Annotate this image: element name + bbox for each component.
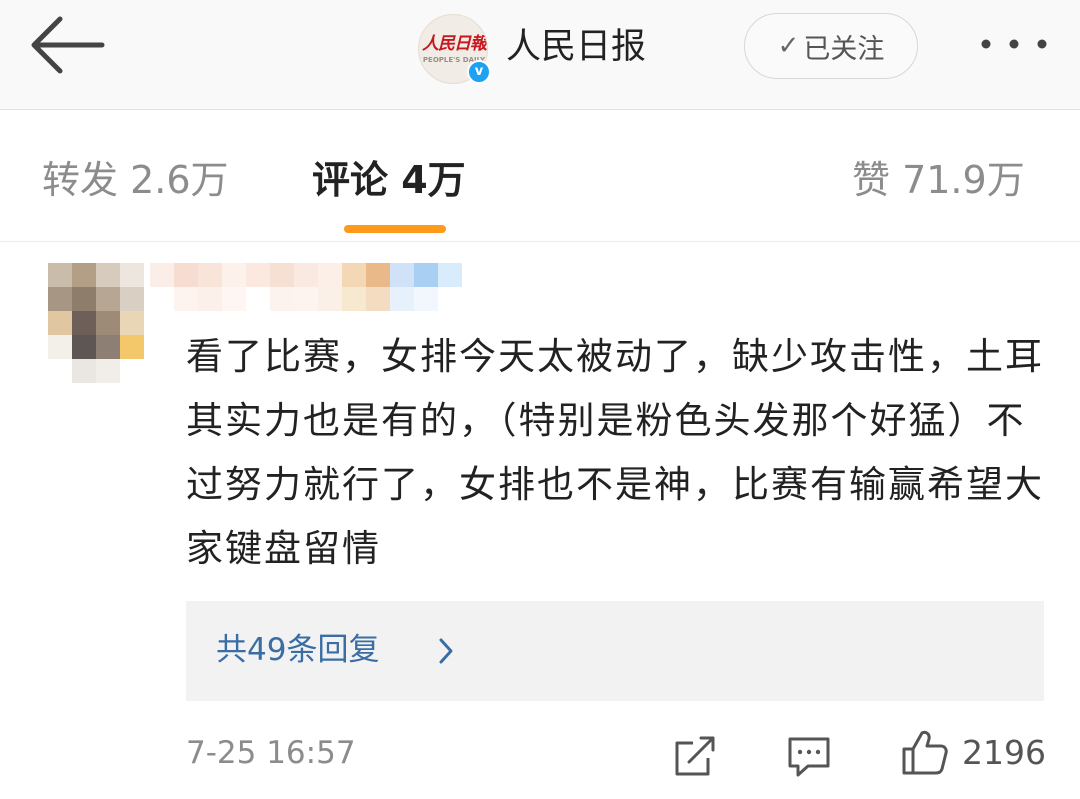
top-bar: 人民日報 PEOPLE'S DAILY v 人民日报 ✓ 已关注: [0, 0, 1080, 110]
mosaic-cell: [246, 263, 270, 287]
mosaic-cell: [318, 287, 342, 311]
thumbs-up-icon[interactable]: [900, 727, 950, 777]
tab-bar: 转发 2.6万 评论 4万 赞 71.9万: [0, 111, 1080, 242]
commenter-avatar-blurred[interactable]: [48, 263, 144, 383]
mosaic-cell: [342, 263, 366, 287]
follow-label: 已关注: [803, 33, 885, 65]
mosaic-cell: [294, 263, 318, 287]
tab-comments[interactable]: 评论 4万: [312, 155, 466, 205]
mosaic-cell: [390, 263, 414, 287]
comment-timestamp: 7-25 16:57: [186, 735, 356, 771]
comment-text: 看了比赛，女排今天太被动了，缺少攻击性，土耳其实力也是有的，（特别是粉色头发那个…: [186, 335, 1044, 570]
commenter-name-blurred[interactable]: [150, 263, 486, 311]
mosaic-cell: [120, 311, 144, 335]
mosaic-cell: [174, 287, 198, 311]
mosaic-cell: [150, 287, 174, 311]
like-count: 2196: [962, 733, 1046, 772]
more-dots-icon: [981, 39, 1047, 49]
mosaic-cell: [414, 287, 438, 311]
back-arrow-icon: [31, 16, 105, 74]
mosaic-cell: [462, 263, 486, 287]
mosaic-cell: [438, 287, 462, 311]
more-button[interactable]: [976, 22, 1056, 66]
mosaic-cell: [246, 287, 270, 311]
share-edit-icon[interactable]: [672, 733, 718, 779]
mosaic-cell: [96, 287, 120, 311]
mosaic-cell: [270, 263, 294, 287]
mosaic-cell: [222, 287, 246, 311]
mosaic-cell: [72, 287, 96, 311]
verified-badge-icon: v: [467, 60, 491, 84]
mosaic-cell: [48, 335, 72, 359]
replies-box[interactable]: 共49条回复: [186, 601, 1044, 701]
mosaic-cell: [342, 287, 366, 311]
mosaic-cell: [72, 359, 96, 383]
mosaic-cell: [120, 287, 144, 311]
mosaic-cell: [438, 263, 462, 287]
mosaic-cell: [96, 311, 120, 335]
mosaic-cell: [270, 287, 294, 311]
mosaic-cell: [366, 287, 390, 311]
logo-text: 人民日報: [422, 34, 487, 54]
mosaic-cell: [294, 287, 318, 311]
mosaic-cell: [72, 311, 96, 335]
mosaic-cell: [150, 263, 174, 287]
mosaic-cell: [48, 311, 72, 335]
mosaic-cell: [198, 263, 222, 287]
tab-likes[interactable]: 赞 71.9万: [852, 155, 1025, 205]
mosaic-cell: [414, 263, 438, 287]
mosaic-cell: [120, 335, 144, 359]
mosaic-cell: [222, 263, 246, 287]
mosaic-cell: [198, 287, 222, 311]
mosaic-cell: [96, 335, 120, 359]
account-name[interactable]: 人民日报: [506, 24, 646, 70]
mosaic-cell: [48, 359, 72, 383]
mosaic-cell: [390, 287, 414, 311]
view-replies-link[interactable]: 共49条回复: [216, 629, 379, 671]
mosaic-cell: [96, 263, 120, 287]
back-button[interactable]: [26, 14, 106, 76]
mosaic-cell: [48, 263, 72, 287]
chevron-right-icon: [439, 638, 453, 664]
mosaic-cell: [96, 359, 120, 383]
mosaic-cell: [120, 359, 144, 383]
mosaic-cell: [366, 263, 390, 287]
follow-button[interactable]: ✓ 已关注: [744, 13, 918, 79]
mosaic-cell: [174, 263, 198, 287]
comment-item: 看了比赛，女排今天太被动了，缺少攻击性，土耳其实力也是有的，（特别是粉色头发那个…: [0, 243, 1080, 799]
active-tab-indicator: [344, 225, 446, 233]
tab-repost[interactable]: 转发 2.6万: [42, 155, 229, 205]
mosaic-cell: [48, 287, 72, 311]
mosaic-cell: [72, 335, 96, 359]
comment-bubble-icon[interactable]: [786, 735, 832, 779]
check-icon: ✓: [777, 31, 800, 61]
mosaic-cell: [462, 287, 486, 311]
mosaic-cell: [318, 263, 342, 287]
mosaic-cell: [72, 263, 96, 287]
mosaic-cell: [120, 263, 144, 287]
